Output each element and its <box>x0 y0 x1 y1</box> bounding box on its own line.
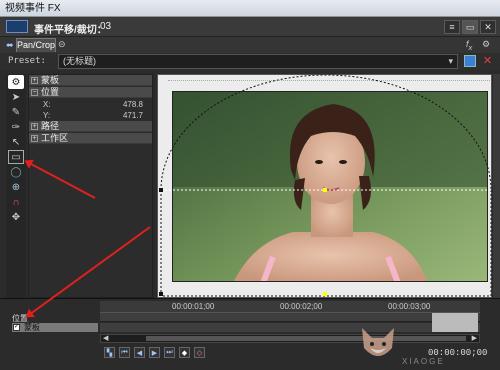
edge-handle-icon[interactable] <box>323 292 327 296</box>
remove-tab-icon[interactable]: ⊝ <box>58 39 66 50</box>
track-lane-position[interactable] <box>100 313 480 322</box>
timeline-scrollbar[interactable]: ◀ ▶ <box>100 334 480 343</box>
tick-label: 00:00:02;00 <box>280 302 323 311</box>
window-close-icon[interactable]: ✕ <box>480 20 496 34</box>
track-checkbox[interactable]: ✓ <box>13 324 20 331</box>
chain-view-icon[interactable]: ▭ <box>462 20 478 34</box>
expand-icon: + <box>31 76 38 84</box>
property-row-x[interactable]: X: 478.8 <box>29 99 152 110</box>
property-value[interactable]: 478.8 <box>103 99 143 110</box>
property-row-y[interactable]: Y: 471.7 <box>29 110 152 121</box>
move-icon[interactable]: ✥ <box>8 210 24 224</box>
scroll-left-icon[interactable]: ◀ <box>103 335 108 343</box>
anchor-add-icon[interactable]: ✑ <box>8 120 24 134</box>
magnet-icon[interactable]: ∩ <box>8 195 24 209</box>
preset-row: Preset: (无标题) ▾ ✕ <box>0 53 500 70</box>
center-handle-icon[interactable] <box>323 188 327 192</box>
tick-label: 00:00:03;00 <box>388 302 431 311</box>
rectangle-mask-icon[interactable]: ▭ <box>8 150 24 164</box>
prev-keyframe-icon[interactable]: ◀ <box>134 347 145 358</box>
track-label-mask[interactable]: ✓ 蒙板 <box>12 323 98 332</box>
pointer-tool-icon[interactable]: ➤ <box>8 90 24 104</box>
group-mask[interactable]: + 蒙板 <box>29 75 152 86</box>
header-title: 事件平移/裁切： <box>34 25 107 36</box>
property-label: X: <box>43 100 51 109</box>
group-label: 位置 <box>41 86 60 97</box>
drag-handle-icon[interactable]: ⬌ <box>6 40 14 51</box>
tab-row: ⬌ Pan/Crop ⊝ fx ⚙ <box>0 37 500 53</box>
fox-logo-icon <box>356 320 400 364</box>
header-row: 事件平移/裁切： 03 ≡ ▭ ✕ <box>0 17 500 37</box>
scroll-thumb[interactable] <box>146 336 466 341</box>
ellipse-guide <box>160 74 492 191</box>
group-label: 工作区 <box>41 132 69 143</box>
fx-icon[interactable]: fx <box>466 39 472 52</box>
timeline-ruler[interactable]: 00:00:01;00 00:00:02;00 00:00:03;00 <box>100 301 480 313</box>
corner-handle-icon[interactable] <box>159 292 163 296</box>
group-position[interactable]: − 位置 <box>29 87 152 98</box>
window-titlebar: 视频事件 FX <box>0 0 500 17</box>
pen-tool-icon[interactable]: ✎ <box>8 105 24 119</box>
watermark-text: XIAOGE <box>402 357 445 366</box>
group-path[interactable]: + 路径 <box>29 121 152 132</box>
properties-panel: + 蒙板 − 位置 X: 478.8 Y: 471.7 + 路径 + 工作区 <box>28 74 153 298</box>
list-view-icon[interactable]: ≡ <box>444 20 460 34</box>
crop-overlay[interactable] <box>157 74 492 298</box>
track-label: 蒙板 <box>24 323 40 332</box>
preset-label: Preset: <box>8 56 46 66</box>
next-keyframe-icon[interactable]: ▶ <box>149 347 160 358</box>
gear-icon[interactable]: ⚙ <box>8 75 24 89</box>
add-keyframe-icon[interactable]: ◆ <box>179 347 190 358</box>
workspace-scrollbar[interactable] <box>493 74 500 298</box>
save-preset-icon[interactable] <box>464 55 476 67</box>
event-number: 03 <box>100 21 112 32</box>
group-workspace[interactable]: + 工作区 <box>29 133 152 144</box>
scroll-right-icon[interactable]: ▶ <box>472 335 477 343</box>
expand-icon: + <box>31 134 38 142</box>
chain-icon[interactable]: ⚙ <box>482 39 490 50</box>
tab-pan-crop[interactable]: Pan/Crop <box>16 38 56 52</box>
group-label: 路径 <box>41 120 60 131</box>
property-label: Y: <box>43 111 51 120</box>
window-title: 视频事件 FX <box>5 3 61 14</box>
tab-pan-crop-label: Pan/Crop <box>17 40 56 50</box>
last-keyframe-icon[interactable]: ⏭ <box>164 347 175 358</box>
preset-value: (无标题) <box>63 56 96 66</box>
timeline-end-region <box>432 313 478 332</box>
first-keyframe-icon[interactable]: ⏮ <box>119 347 130 358</box>
keyframe-controls: ▚ ⏮ ◀ ▶ ⏭ ◆ ◇ <box>104 347 209 358</box>
delete-keyframe-icon[interactable]: ◇ <box>194 347 205 358</box>
property-value[interactable]: 471.7 <box>103 110 143 121</box>
group-label: 蒙板 <box>41 74 60 85</box>
delete-preset-icon[interactable]: ✕ <box>481 54 494 68</box>
expand-icon: + <box>31 122 38 130</box>
collapse-icon: − <box>31 88 38 96</box>
chevron-down-icon: ▾ <box>448 56 453 66</box>
tick-label: 00:00:01;00 <box>172 302 215 311</box>
zoom-icon[interactable]: ⊕ <box>8 180 24 194</box>
sync-cursor-icon[interactable]: ▚ <box>104 347 115 358</box>
event-thumbnail-icon <box>6 20 28 33</box>
tool-palette: ⚙ ➤ ✎ ✑ ↖ ▭ ◯ ⊕ ∩ ✥ <box>6 74 26 298</box>
corner-handle-icon[interactable] <box>159 188 163 192</box>
crop-rect-lower <box>160 190 492 297</box>
anchor-edit-icon[interactable]: ↖ <box>8 135 24 149</box>
preset-select[interactable]: (无标题) ▾ <box>58 54 458 69</box>
ellipse-mask-icon[interactable]: ◯ <box>8 165 24 179</box>
track-lane-mask[interactable] <box>100 323 480 332</box>
